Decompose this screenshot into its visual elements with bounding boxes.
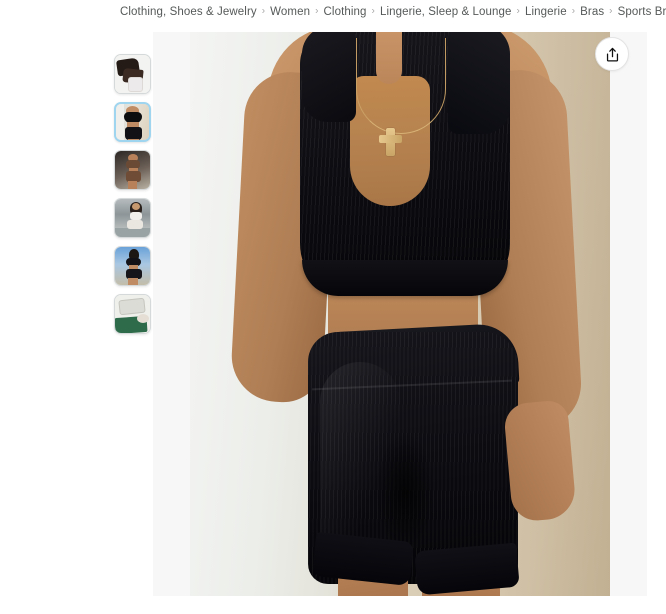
product-gallery-page: Clothing, Shoes & Jewelry › Women › Clot… bbox=[0, 0, 666, 614]
thumbnail-3[interactable] bbox=[114, 150, 151, 190]
breadcrumb-item-clothing[interactable]: Clothing bbox=[324, 6, 367, 18]
breadcrumb-separator-icon: › bbox=[315, 5, 319, 17]
main-product-image[interactable] bbox=[190, 32, 610, 596]
breadcrumb-item-bras[interactable]: Bras bbox=[580, 6, 604, 18]
breadcrumb-item-clothing-shoes-jewelry[interactable]: Clothing, Shoes & Jewelry bbox=[120, 6, 257, 18]
breadcrumb-separator-icon: › bbox=[371, 5, 375, 17]
thumbnail-5-image bbox=[115, 247, 150, 285]
model-hand-right bbox=[502, 399, 578, 523]
breadcrumb-item-sports-bras[interactable]: Sports Bras bbox=[618, 6, 666, 18]
breadcrumb-separator-icon: › bbox=[261, 5, 266, 17]
thumbnail-5[interactable] bbox=[114, 246, 151, 286]
sports-bra-strap-left bbox=[302, 32, 356, 122]
thumbnail-4-image bbox=[115, 199, 150, 237]
main-image-stage bbox=[153, 32, 647, 596]
shorts-shadow bbox=[376, 432, 434, 552]
breadcrumb-item-lingerie[interactable]: Lingerie bbox=[525, 6, 567, 18]
thumbnail-strip bbox=[114, 54, 154, 334]
thumbnail-2[interactable] bbox=[114, 102, 151, 142]
breadcrumb-separator-icon: › bbox=[516, 5, 520, 17]
thumbnail-6-image bbox=[115, 295, 150, 333]
thumbnail-2-image bbox=[116, 104, 149, 140]
thumbnail-4[interactable] bbox=[114, 198, 151, 238]
thumbnail-6[interactable] bbox=[114, 294, 151, 334]
breadcrumb: Clothing, Shoes & Jewelry › Women › Clot… bbox=[120, 0, 666, 24]
share-button[interactable] bbox=[595, 37, 629, 71]
breadcrumb-separator-icon: › bbox=[571, 5, 576, 17]
necklace-chain bbox=[356, 38, 446, 134]
sports-bra-hem bbox=[302, 260, 508, 296]
shorts-hem-right bbox=[414, 542, 520, 596]
breadcrumb-separator-icon: › bbox=[609, 5, 613, 17]
model-figure bbox=[190, 32, 610, 596]
breadcrumb-item-lingerie-sleep-lounge[interactable]: Lingerie, Sleep & Lounge bbox=[380, 6, 512, 18]
thumbnail-1-image bbox=[115, 55, 150, 93]
sports-bra-strap-right bbox=[448, 32, 510, 134]
thumbnail-1[interactable] bbox=[114, 54, 151, 94]
thumbnail-3-image bbox=[115, 151, 150, 189]
share-icon bbox=[606, 47, 618, 62]
image-gallery bbox=[0, 32, 666, 596]
cross-pendant-icon bbox=[379, 128, 402, 156]
breadcrumb-item-women[interactable]: Women bbox=[270, 6, 310, 18]
